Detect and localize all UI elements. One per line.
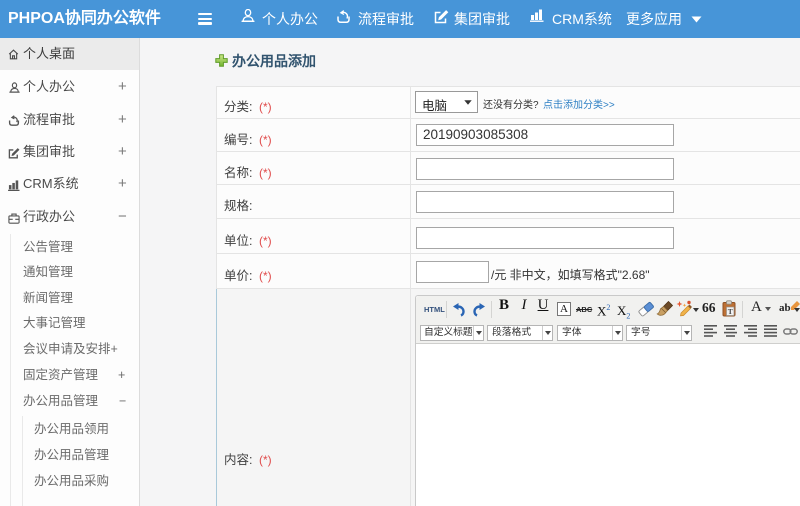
svg-text:T: T (728, 307, 733, 316)
